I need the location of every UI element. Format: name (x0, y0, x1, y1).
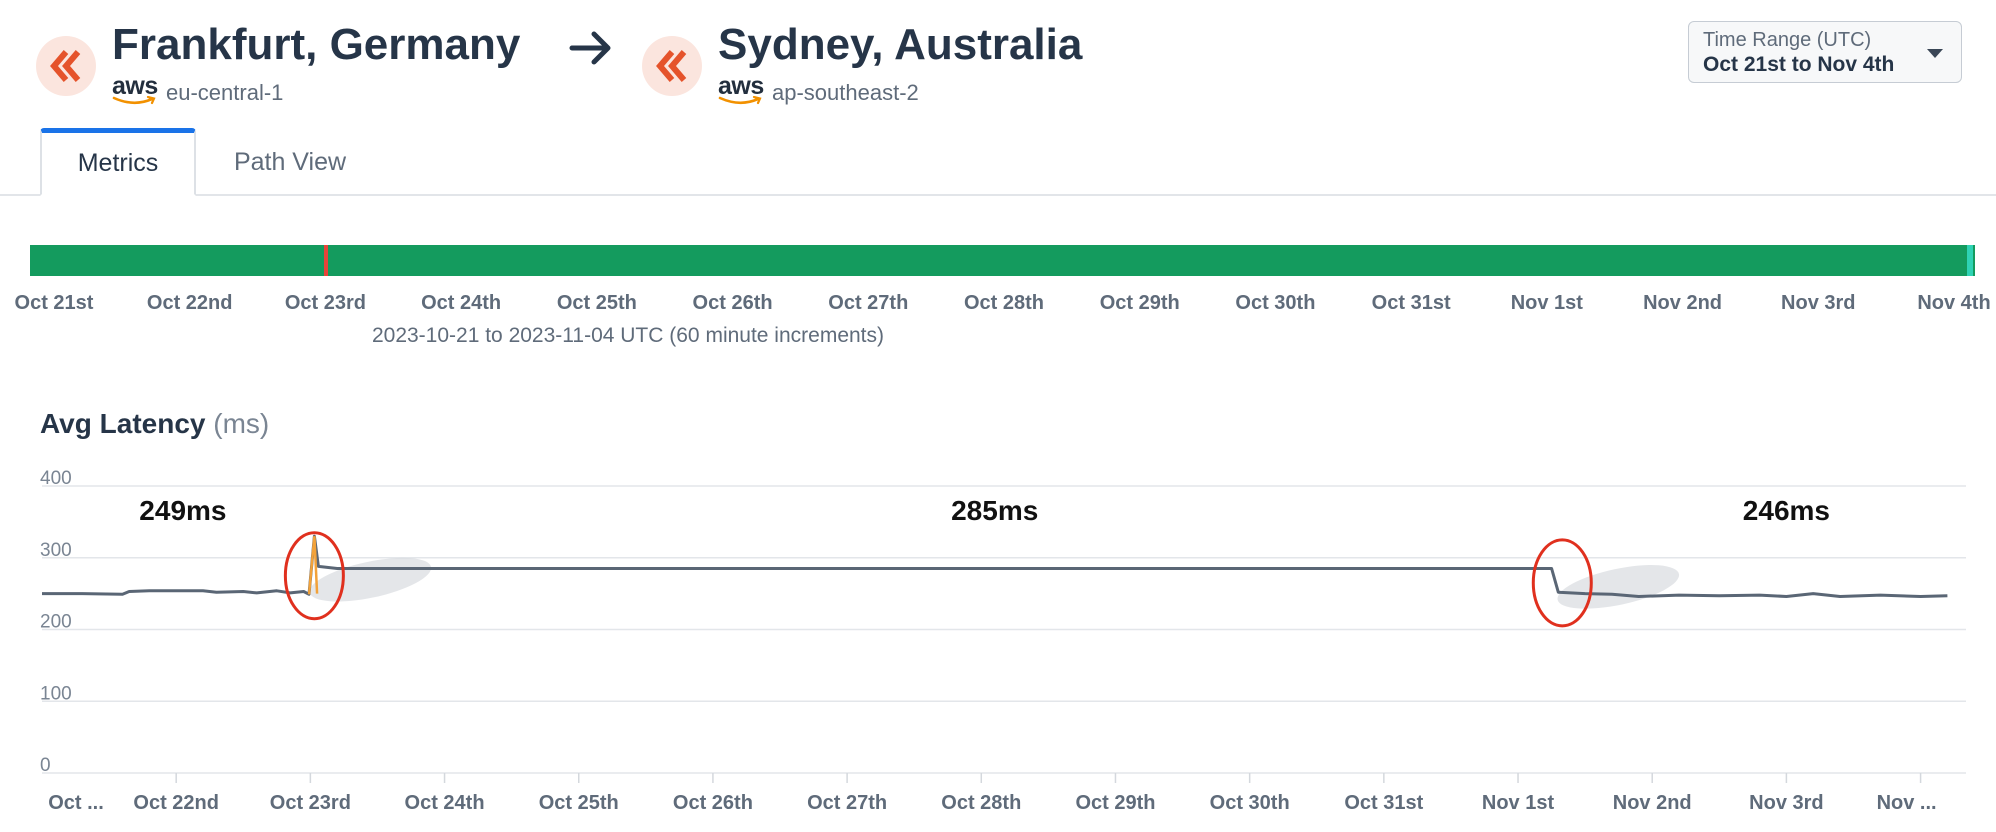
x-tick-label: Oct 28th (941, 792, 1021, 814)
destination-city: Sydney, Australia (718, 20, 1083, 69)
x-tick-label: Oct 31st (1344, 792, 1423, 814)
latency-annotation: 249ms (139, 495, 226, 526)
caret-down-icon (1927, 49, 1943, 58)
change-highlight-glow (1557, 565, 1680, 609)
timeline-label: Oct 31st (1371, 292, 1451, 314)
timeline-label: Oct 22nd (146, 292, 233, 314)
chevron-left-double-icon (50, 50, 81, 82)
time-range-label: Time Range (UTC) (1703, 29, 1872, 51)
x-tick-label: Oct 30th (1210, 792, 1290, 814)
timeline-label: Oct 29th (1099, 292, 1180, 314)
aws-logo: aws (112, 73, 158, 106)
status-timeline-labels: Oct 21st Oct 22nd Oct 23rd Oct 24th Oct 25th… (0, 292, 1996, 320)
timeline-label: Oct 30th (1235, 292, 1316, 314)
aws-logo: aws (718, 73, 764, 106)
time-range-value: Oct 21st to Nov 4th (1703, 53, 1895, 76)
x-tick-label: Oct 24th (405, 792, 485, 814)
timeline-label: Oct 24th (421, 292, 502, 314)
status-timeline-bar[interactable] (30, 245, 1975, 276)
x-tick-label: Nov ... (1877, 792, 1937, 814)
latency-annotation: 285ms (951, 495, 1038, 526)
arrow-right-icon (569, 31, 611, 65)
status-incident-marker[interactable] (324, 245, 329, 276)
x-tick-label: Nov 2nd (1613, 792, 1692, 814)
aws-smile-icon (112, 95, 156, 104)
source-city: Frankfurt, Germany (112, 20, 521, 69)
aws-smile-icon (718, 95, 762, 104)
timeline-label: Oct 23rd (284, 292, 366, 314)
x-tick-label: Oct 23rd (270, 792, 351, 814)
chart-title-text: Avg Latency (40, 408, 206, 439)
x-tick-label: Oct 29th (1075, 792, 1155, 814)
time-range-dropdown[interactable]: Time Range (UTC) Oct 21st to Nov 4th (1688, 21, 1962, 83)
x-tick-label: Oct 25th (539, 792, 619, 814)
timeline-label: Oct 26th (692, 292, 773, 314)
y-tick-label: 200 (40, 612, 72, 633)
tab-path-view[interactable]: Path View (200, 128, 380, 196)
timeline-label: Nov 4th (1917, 292, 1991, 314)
chart-title: Avg Latency (ms) (40, 406, 269, 442)
timeline-caption: 2023-10-21 to 2023-11-04 UTC (60 minute … (371, 324, 885, 347)
y-tick-label: 300 (40, 540, 72, 561)
timeline-label: Nov 1st (1510, 292, 1583, 314)
y-tick-label: 0 (40, 755, 51, 776)
timeline-label: Oct 27th (828, 292, 909, 314)
timeline-label: Oct 25th (556, 292, 637, 314)
tab-metrics[interactable]: Metrics (40, 128, 196, 196)
x-tick-label: Oct 22nd (133, 792, 219, 814)
y-tick-label: 100 (40, 683, 72, 704)
timeline-label: Nov 2nd (1643, 292, 1723, 314)
x-tick-label: Oct 26th (673, 792, 753, 814)
timeline-label: Oct 21st (14, 292, 94, 314)
y-tick-label: 400 (40, 468, 72, 489)
latency-line-chart[interactable]: 0 100 200 300 400 Oct ... Oct 22nd Oct 23rd Oct … (0, 460, 1996, 832)
x-tick-label: Oct 27th (807, 792, 887, 814)
source-endpoint: Frankfurt, Germany aws eu-central-1 (36, 14, 520, 108)
destination-provider-logo (642, 36, 702, 96)
source-region: eu-central-1 (166, 80, 284, 105)
chart-title-unit: (ms) (213, 408, 270, 439)
x-tick-label: Nov 1st (1482, 792, 1555, 814)
destination-endpoint: Sydney, Australia aws ap-southeast-2 (642, 14, 1082, 108)
x-tick-label: Nov 3rd (1749, 792, 1823, 814)
x-tick-label: Oct ... (48, 792, 104, 814)
timeline-label: Nov 3rd (1781, 292, 1856, 314)
source-provider-logo (36, 36, 96, 96)
latency-annotation: 246ms (1743, 495, 1830, 526)
timeline-label: Oct 28th (963, 292, 1045, 314)
chevron-left-double-icon (656, 50, 687, 82)
status-current-marker (1967, 245, 1973, 276)
destination-region: ap-southeast-2 (772, 80, 919, 105)
